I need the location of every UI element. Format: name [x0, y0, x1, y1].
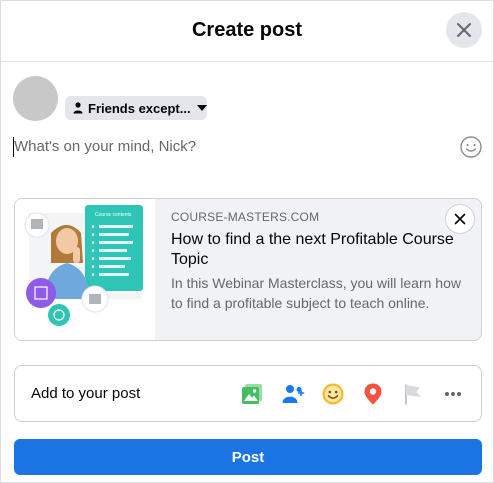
close-icon [454, 213, 466, 225]
link-domain: COURSE-MASTERS.COM [171, 210, 320, 224]
avatar[interactable] [13, 76, 58, 121]
thumbnail-panel-title: Course contents [95, 212, 132, 218]
link-thumbnail: Course contents [15, 199, 155, 340]
link-preview-card[interactable]: Course contents COURSE-MASTERS.COM How t… [14, 198, 482, 341]
link-info: COURSE-MASTERS.COM How to find a the nex… [155, 199, 481, 340]
feeling-activity-button[interactable] [320, 381, 346, 407]
audience-selector[interactable]: Friends except... [65, 96, 207, 120]
photo-video-button[interactable] [239, 381, 265, 407]
emoji-button[interactable] [459, 135, 483, 159]
create-post-dialog: Create post Friends except... What's on … [0, 0, 494, 483]
check-in-button[interactable] [360, 381, 386, 407]
remove-link-preview-button[interactable] [445, 204, 475, 234]
flag-icon [405, 384, 421, 405]
audience-label: Friends except... [88, 100, 191, 116]
dialog-header: Create post [1, 1, 493, 62]
close-icon [457, 23, 471, 37]
photo-video-icon [242, 384, 262, 404]
link-description: In this Webinar Masterclass, you will le… [171, 275, 461, 311]
smiley-icon [460, 136, 482, 158]
life-event-button[interactable] [400, 381, 426, 407]
course-thumbnail-illustration: Course contents [15, 199, 155, 340]
more-icon [445, 392, 461, 396]
add-to-post-label: Add to your post [31, 385, 141, 402]
post-button[interactable]: Post [14, 439, 482, 475]
more-options-button[interactable] [440, 381, 466, 407]
check-in-location-icon [364, 383, 382, 405]
tag-people-button[interactable] [280, 381, 306, 407]
add-to-post-bar: Add to your post [14, 365, 482, 422]
post-placeholder: What's on your mind, Nick? [14, 138, 197, 155]
link-title: How to find a the next Profitable Course… [171, 231, 454, 268]
post-text-input[interactable]: What's on your mind, Nick? [13, 136, 453, 160]
page-title: Create post [191, 19, 303, 41]
caret-down-icon [196, 105, 207, 111]
feeling-activity-icon [322, 383, 344, 405]
close-button[interactable] [446, 12, 482, 48]
tag-people-icon [282, 385, 305, 403]
person-icon [73, 102, 83, 114]
